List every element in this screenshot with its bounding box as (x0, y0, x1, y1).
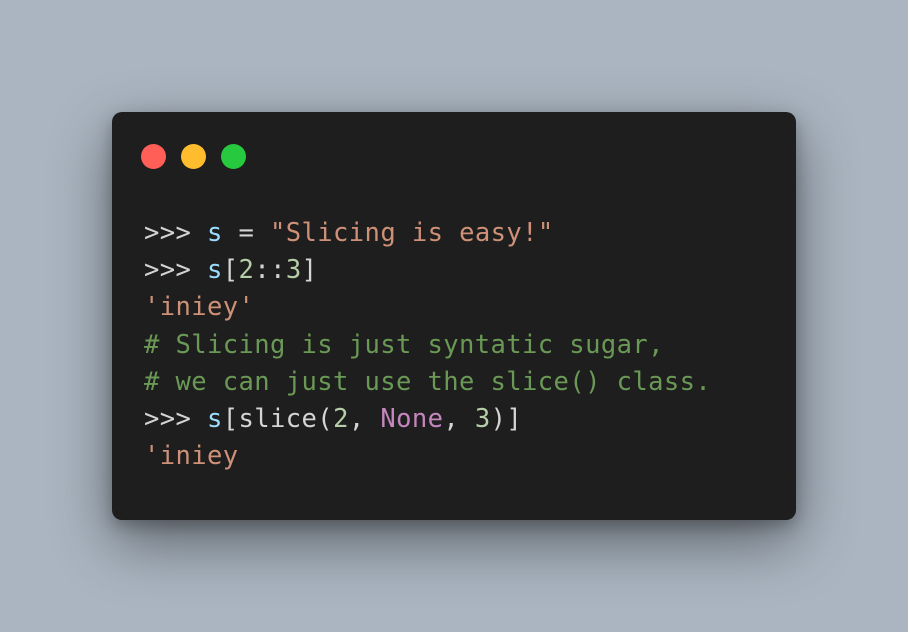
minimize-dot-icon (181, 144, 206, 169)
code-token-default: )] (490, 403, 523, 434)
code-token-default: >>> (144, 403, 208, 434)
code-token-variable: s (207, 255, 223, 286)
code-token-number: 2 (333, 403, 349, 434)
code-token-variable: s (207, 403, 223, 434)
code-line: # Slicing is just syntatic sugar, (144, 327, 711, 364)
code-token-string: 'iniey' (144, 292, 255, 323)
code-token-string: "Slicing is easy!" (270, 218, 554, 248)
code-token-keyword: None (380, 403, 444, 434)
code-line: >>> s = "Slicing is easy!" (144, 215, 711, 252)
code-line: >>> s[slice(2, None, 3)] (144, 401, 711, 438)
code-token-number: 3 (285, 255, 302, 286)
code-token-default: , (443, 403, 475, 434)
code-token-default: >>> (144, 218, 208, 248)
code-token-default: [slice( (222, 403, 334, 434)
code-token-string: 'iniey (144, 441, 239, 472)
code-token-default: , (348, 403, 381, 434)
code-window: >>> s = "Slicing is easy!" >>> s[2::3]'in… (112, 112, 796, 520)
code-token-number: 2 (238, 255, 255, 286)
code-token-default: >>> (144, 255, 208, 286)
code-token-comment: # we can just use the slice() class. (144, 366, 712, 397)
code-line: >>> s[2::3] (144, 252, 711, 289)
code-token-comment: # Slicing is just syntatic sugar, (144, 329, 664, 360)
code-line: 'iniey (144, 438, 711, 475)
code-token-default: = (222, 218, 271, 248)
code-line: 'iniey' (144, 289, 711, 326)
code-line: # we can just use the slice() class. (144, 364, 711, 401)
close-dot-icon (141, 144, 166, 169)
window-controls (141, 144, 246, 169)
zoom-dot-icon (221, 144, 246, 169)
code-token-variable: s (207, 218, 223, 248)
code-token-number: 3 (474, 403, 491, 434)
code-token-default: :: (254, 255, 286, 286)
code-token-default: [ (222, 255, 239, 286)
code-token-default: ] (301, 255, 318, 286)
code-block: >>> s = "Slicing is easy!" >>> s[2::3]'in… (144, 215, 711, 475)
